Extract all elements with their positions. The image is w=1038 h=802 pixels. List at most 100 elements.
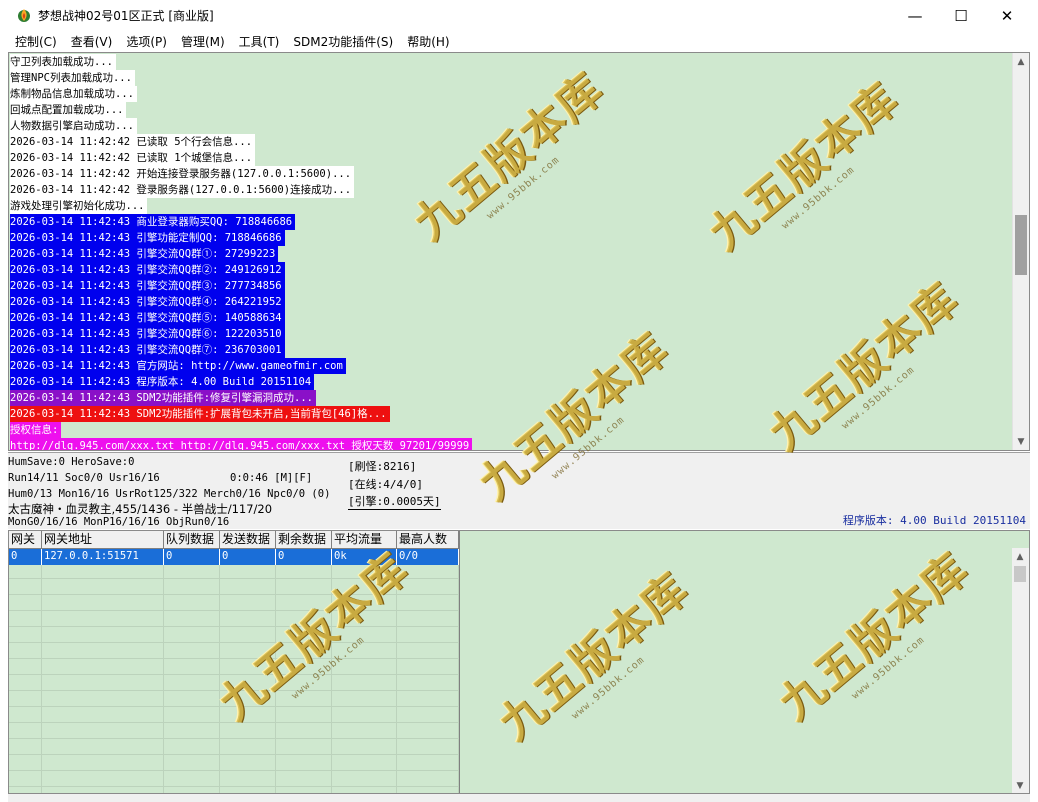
log-line: 2026-03-14 11:42:42 已读取 5个行会信息...	[10, 134, 472, 150]
log-line-text: 炼制物品信息加载成功...	[10, 86, 137, 102]
log-line-text: 2026-03-14 11:42:43 引擎功能定制QQ: 718846686	[10, 230, 285, 246]
log-line: 2026-03-14 11:42:43 官方网站: http://www.gam…	[10, 358, 472, 374]
log-line-text: 2026-03-14 11:42:43 商业登录器购买QQ: 718846686	[10, 214, 296, 230]
log-line-text: 2026-03-14 11:42:43 引擎交流QQ群⑥: 122203510	[10, 326, 285, 342]
menu-sdm2-plugin[interactable]: SDM2功能插件(S)	[286, 33, 400, 50]
grid-column-line	[276, 565, 332, 793]
app-flame-icon	[18, 9, 30, 22]
grid-column-line	[42, 565, 164, 793]
grid-header: 网关 网关地址 队列数据 发送数据 剩余数据 平均流量 最高人数	[9, 531, 459, 549]
log-line: 2026-03-14 11:42:43 引擎交流QQ群④: 264221952	[10, 294, 472, 310]
cell-gateway: 0	[9, 549, 42, 565]
window-frame-right	[1030, 51, 1038, 802]
grid-column-line	[397, 565, 459, 793]
log-line-text: 2026-03-14 11:42:42 开始连接登录服务器(127.0.0.1:…	[10, 166, 355, 182]
menu-manage[interactable]: 管理(M)	[174, 33, 232, 50]
log-scrollbar[interactable]: ▲ ▼	[1012, 53, 1029, 450]
log-line: 2026-03-14 11:42:43 引擎交流QQ群②: 249126912	[10, 262, 472, 278]
log-line-text: 回城点配置加载成功...	[10, 102, 127, 118]
gateway-grid-panel: 网关 网关地址 队列数据 发送数据 剩余数据 平均流量 最高人数 0 127.0…	[8, 530, 1030, 794]
maximize-button[interactable]: ☐	[938, 0, 984, 31]
log-line-text: 授权信息:	[10, 422, 62, 438]
menu-view[interactable]: 查看(V)	[64, 33, 120, 50]
close-icon: ✕	[1000, 6, 1014, 25]
grid-scroll-thumb[interactable]	[1014, 566, 1026, 582]
window-frame-bottom	[8, 794, 1030, 802]
log-lines: 守卫列表加载成功... 管理NPC列表加载成功... 炼制物品信息加载成功... 回城…	[10, 54, 473, 450]
col-avg-traffic[interactable]: 平均流量	[332, 531, 397, 549]
minimize-icon: —	[907, 6, 923, 25]
log-line-text: 2026-03-14 11:42:43 引擎交流QQ群③: 277734856	[10, 278, 285, 294]
scroll-down-arrow-icon[interactable]: ▼	[1013, 433, 1029, 450]
log-line: 2026-03-14 11:42:43 程序版本: 4.00 Build 201…	[10, 374, 472, 390]
log-line: 炼制物品信息加载成功...	[10, 86, 472, 102]
log-line: 2026-03-14 11:42:43 商业登录器购买QQ: 718846686	[10, 214, 472, 230]
gateway-grid[interactable]: 网关 网关地址 队列数据 发送数据 剩余数据 平均流量 最高人数 0 127.0…	[9, 531, 460, 793]
log-line-text: 2026-03-14 11:42:43 引擎交流QQ群①: 27299223	[10, 246, 279, 262]
cell-queue-data: 0	[164, 549, 220, 565]
log-line-text: 2026-03-14 11:42:43 引擎交流QQ群⑤: 140588634	[10, 310, 285, 326]
status-panel: HumSave:0 HeroSave:0 Run14/11 Soc0/0 Usr…	[8, 452, 1030, 529]
minimize-button[interactable]: —	[892, 0, 938, 31]
log-line-text: 2026-03-14 11:42:43 SDM2功能插件:扩展背包未开启,当前背…	[10, 406, 390, 422]
scroll-up-arrow-icon[interactable]: ▲	[1013, 53, 1029, 70]
menu-control[interactable]: 控制(C)	[8, 33, 64, 50]
cell-max-users: 0/0	[397, 549, 459, 565]
log-scroll-thumb[interactable]	[1015, 215, 1027, 275]
col-gateway-address[interactable]: 网关地址	[42, 531, 164, 549]
log-line: 2026-03-14 11:42:43 引擎交流QQ群⑥: 122203510	[10, 326, 472, 342]
log-line: 2026-03-14 11:42:42 开始连接登录服务器(127.0.0.1:…	[10, 166, 472, 182]
scroll-down-arrow-icon[interactable]: ▼	[1012, 777, 1028, 793]
cell-send-data: 0	[220, 549, 276, 565]
log-line: 管理NPC列表加载成功...	[10, 70, 472, 86]
log-line-text: 2026-03-14 11:42:42 已读取 5个行会信息...	[10, 134, 256, 150]
menu-bar: 控制(C) 查看(V) 选项(P) 管理(M) 工具(T) SDM2功能插件(S…	[0, 31, 1038, 51]
cell-avg-traffic: 0k	[332, 549, 397, 565]
log-panel[interactable]: 守卫列表加载成功... 管理NPC列表加载成功... 炼制物品信息加载成功... 回城…	[8, 52, 1030, 451]
close-button[interactable]: ✕	[984, 0, 1030, 31]
log-line: 2026-03-14 11:42:43 SDM2功能插件:修复引擎漏洞成功...	[10, 390, 472, 406]
col-max-users[interactable]: 最高人数	[397, 531, 459, 549]
menu-options[interactable]: 选项(P)	[119, 33, 174, 50]
log-line-text: 2026-03-14 11:42:43 引擎交流QQ群②: 249126912	[10, 262, 285, 278]
log-line-text: 2026-03-14 11:42:42 登录服务器(127.0.0.1:5600…	[10, 182, 355, 198]
log-line-text: 守卫列表加载成功...	[10, 54, 116, 70]
col-gateway[interactable]: 网关	[9, 531, 42, 549]
cell-gateway-address: 127.0.0.1:51571	[42, 549, 164, 565]
col-queue-data[interactable]: 队列数据	[164, 531, 220, 549]
log-line-text: 2026-03-14 11:42:43 官方网站: http://www.gam…	[10, 358, 346, 374]
log-line: 2026-03-14 11:42:43 引擎交流QQ群⑤: 140588634	[10, 310, 472, 326]
engine-days-counter: [引擎:0.0005天]	[348, 495, 441, 510]
window-title: 梦想战神02号01区正式 [商业版]	[38, 9, 214, 23]
table-row[interactable]: 0 127.0.0.1:51571 0 0 0 0k 0/0	[9, 549, 459, 565]
log-line: http://dlq.945.com/xxx.txt http://dlq.94…	[10, 438, 473, 450]
grid-column-line	[164, 565, 220, 793]
col-remaining-data[interactable]: 剩余数据	[276, 531, 332, 549]
maximize-icon: ☐	[954, 6, 968, 25]
refresh-monster-counter: [刷怪:8216]	[348, 460, 417, 473]
status-save-line: HumSave:0 HeroSave:0	[8, 456, 135, 468]
log-line-text: 管理NPC列表加载成功...	[10, 70, 135, 86]
col-send-data[interactable]: 发送数据	[220, 531, 276, 549]
status-uptime: 0:0:46 [M][F]	[230, 472, 313, 484]
grid-column-line	[332, 565, 397, 793]
grid-column-line	[220, 565, 276, 793]
window-frame-left	[0, 51, 8, 802]
title-bar: 梦想战神02号01区正式 [商业版] — ☐ ✕	[0, 0, 1038, 31]
log-line-text: 人物数据引擎启动成功...	[10, 118, 137, 134]
log-line: 2026-03-14 11:42:43 引擎交流QQ群③: 277734856	[10, 278, 472, 294]
log-line: 授权信息:	[10, 422, 472, 438]
grid-column-line	[9, 565, 42, 793]
grid-scrollbar[interactable]: ▲ ▼	[1012, 548, 1029, 793]
status-hum-line: Hum0/13 Mon16/16 UsrRot125/322 Merch0/16…	[8, 488, 331, 500]
menu-help[interactable]: 帮助(H)	[400, 33, 456, 50]
program-version: 程序版本: 4.00 Build 20151104	[842, 514, 1026, 527]
log-line: 2026-03-14 11:42:43 SDM2功能插件:扩展背包未开启,当前背…	[10, 406, 472, 422]
menu-tools[interactable]: 工具(T)	[232, 33, 287, 50]
log-line-text: 2026-03-14 11:42:43 引擎交流QQ群⑦: 236703001	[10, 342, 285, 358]
log-line: 游戏处理引擎初始化成功...	[10, 198, 472, 214]
status-run-line: Run14/11 Soc0/0 Usr16/16	[8, 472, 160, 484]
scroll-up-arrow-icon[interactable]: ▲	[1012, 548, 1028, 565]
log-line: 2026-03-14 11:42:43 引擎功能定制QQ: 718846686	[10, 230, 472, 246]
cell-remaining-data: 0	[276, 549, 332, 565]
